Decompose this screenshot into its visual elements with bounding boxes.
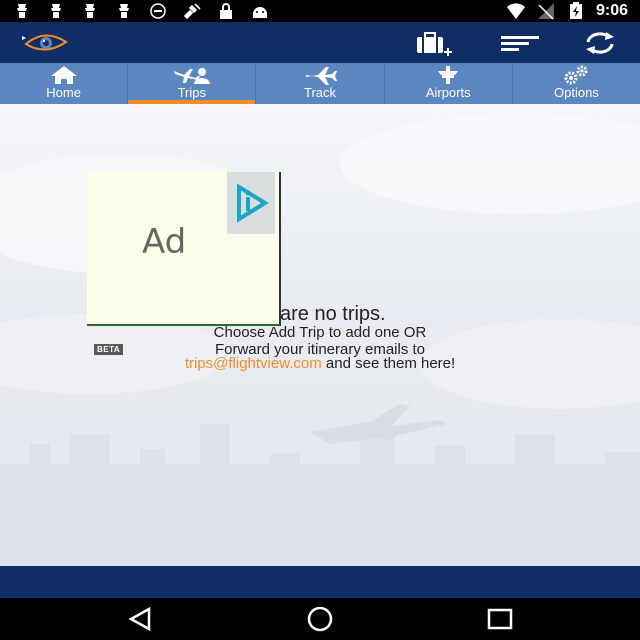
navigation-bar <box>0 598 640 640</box>
recents-button[interactable] <box>480 606 520 632</box>
empty-state-instruction: Choose Add Trip to add one OR <box>213 324 427 341</box>
status-bar: 9:06 <box>0 0 640 22</box>
menu-button[interactable] <box>499 28 539 58</box>
tab-options[interactable]: Options <box>513 63 640 104</box>
footer-band <box>0 566 640 598</box>
tab-label: Home <box>46 85 81 100</box>
trips-content: Ad are no trips. Choose Add Trip to add … <box>0 104 640 566</box>
app-bar <box>0 22 640 63</box>
notification-icon <box>85 4 95 18</box>
tab-bar: Home Trips Track Airports Options <box>0 63 640 104</box>
add-trip-button[interactable] <box>414 28 454 58</box>
empty-state-title: are no trips. <box>280 303 386 325</box>
tab-label: Options <box>554 85 599 100</box>
info-icon <box>150 3 166 19</box>
airport-icon <box>430 65 466 85</box>
tab-label: Track <box>303 85 337 100</box>
email-line-suffix: and see them here! <box>321 355 456 372</box>
tab-label: Trips <box>177 85 206 100</box>
airplane-icon <box>302 65 338 85</box>
ad-info-icon <box>237 183 269 223</box>
menu-icon <box>501 36 539 51</box>
signal-icon <box>537 3 554 20</box>
gears-icon <box>558 65 594 85</box>
wifi-icon <box>506 3 525 20</box>
back-icon <box>128 607 151 631</box>
home-circle-icon <box>307 606 333 632</box>
empty-state-email-line: trips@flightview.com and see them here! <box>0 355 640 372</box>
lock-icon <box>220 3 232 19</box>
add-trip-icon <box>417 32 452 56</box>
trips-icon <box>172 65 212 85</box>
android-icon <box>253 7 267 18</box>
back-button[interactable] <box>120 606 160 632</box>
ad-label: Ad <box>142 222 187 262</box>
tab-track[interactable]: Track <box>256 63 385 104</box>
flightview-eye-logo[interactable] <box>20 30 70 56</box>
ad-banner[interactable]: Ad <box>87 172 281 326</box>
recents-icon <box>487 608 513 630</box>
tab-label: Airports <box>425 85 471 100</box>
refresh-button[interactable] <box>580 28 620 58</box>
notification-icon <box>119 4 129 18</box>
refresh-icon <box>586 32 614 54</box>
tab-home[interactable]: Home <box>0 63 129 104</box>
satellite-icon <box>183 3 201 20</box>
email-link[interactable]: trips@flightview.com <box>185 355 322 372</box>
tab-airports[interactable]: Airports <box>385 63 513 104</box>
home-nav-button[interactable] <box>300 606 340 632</box>
notification-icon <box>17 4 27 18</box>
notification-icon <box>51 4 61 18</box>
tab-trips[interactable]: Trips <box>128 63 257 104</box>
battery-charging-icon <box>569 2 582 19</box>
ad-choices-button[interactable] <box>227 172 275 234</box>
clock: 9:06 <box>595 2 628 19</box>
home-icon <box>48 65 80 85</box>
